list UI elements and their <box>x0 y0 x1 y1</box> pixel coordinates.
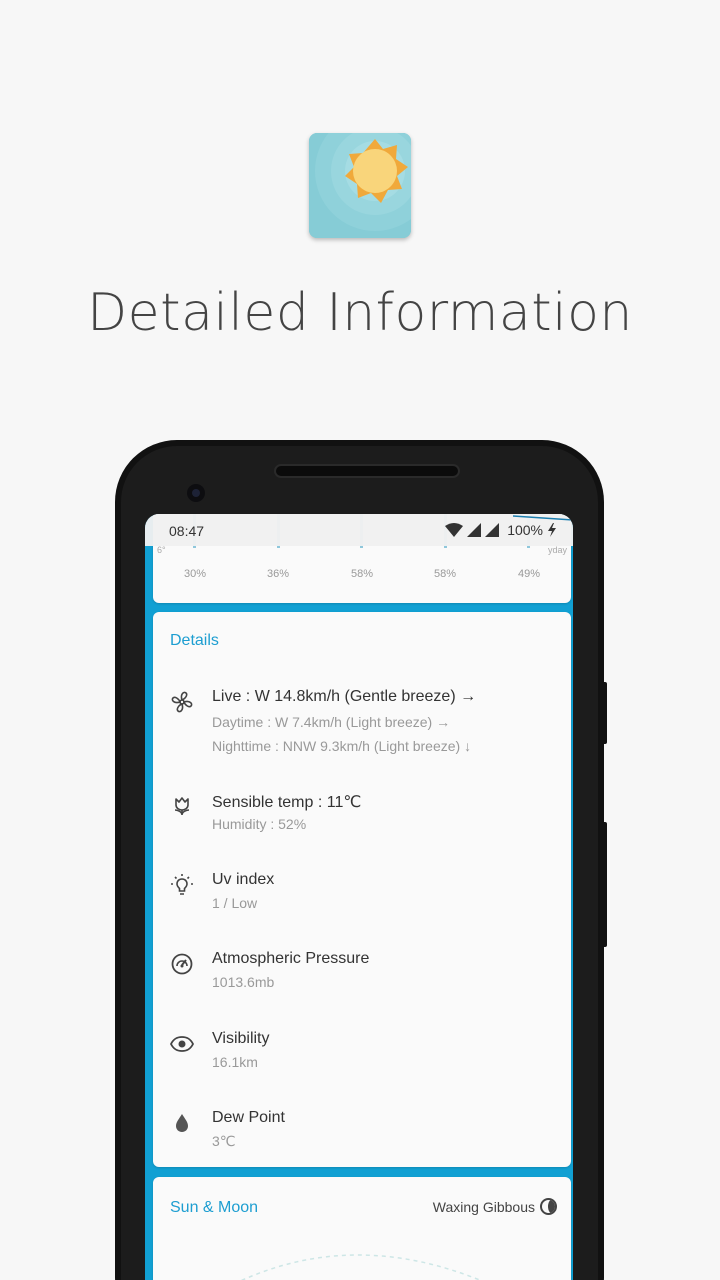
details-title: Details <box>170 632 219 649</box>
camera-icon <box>187 484 205 502</box>
temp-label: 6° <box>157 545 166 555</box>
signal-icon <box>485 523 500 537</box>
flower-icon <box>174 797 190 816</box>
signal-icon <box>467 523 482 537</box>
app-logo <box>309 133 411 238</box>
sun-moon-card: Sun & Moon Waxing Gibbous <box>153 1177 571 1280</box>
moon-icon <box>540 1198 557 1215</box>
visibility-value: 16.1km <box>212 1054 258 1070</box>
precip-value: 30% <box>183 568 207 580</box>
humidity: Humidity : 52% <box>212 816 307 832</box>
pressure-label: Atmospheric Pressure <box>212 950 370 967</box>
yesterday-label: yday <box>547 545 567 555</box>
wifi-icon <box>445 523 464 537</box>
phone-speaker <box>274 464 460 478</box>
sensible-temp: Sensible temp : 11℃ <box>212 794 362 811</box>
wind-live: Live : W 14.8km/h (Gentle breeze) → <box>212 688 477 705</box>
gauge-icon <box>171 953 193 975</box>
precip-value: 36% <box>266 568 290 580</box>
power-button <box>602 822 607 947</box>
uv-index-label: Uv index <box>212 871 275 888</box>
visibility-label: Visibility <box>212 1030 270 1047</box>
chart-line <box>513 515 573 521</box>
status-time: 08:47 <box>169 523 205 539</box>
dew-point-value: 3℃ <box>212 1133 236 1149</box>
pressure-value: 1013.6mb <box>212 974 275 990</box>
lightbulb-icon <box>171 874 193 895</box>
wind-nighttime: Nighttime : NNW 9.3km/h (Light breeze) ↓ <box>212 738 472 754</box>
fan-icon <box>171 691 193 713</box>
sun-moon-title: Sun & Moon <box>170 1199 259 1216</box>
precip-value: 58% <box>350 568 374 580</box>
moon-phase: Waxing Gibbous <box>432 1199 535 1215</box>
sun-arc <box>240 1254 482 1280</box>
dew-point-label: Dew Point <box>212 1109 285 1126</box>
precip-value: 58% <box>433 568 457 580</box>
app-screen: 6° yday 30% 36% 58% 58% 49% 08:47 100% D… <box>145 514 573 1280</box>
precip-value: 49% <box>517 568 541 580</box>
status-bar: 08:47 100% <box>145 514 573 546</box>
eye-icon <box>170 1036 194 1052</box>
details-card: Details Live : W 14.8km/h (Gentle breeze… <box>153 612 571 1167</box>
uv-index-value: 1 / Low <box>212 895 258 911</box>
wind-daytime: Daytime : W 7.4km/h (Light breeze) → <box>212 714 451 730</box>
volume-button <box>602 682 607 744</box>
page-headline: Detailed Information <box>87 283 633 343</box>
droplet-icon <box>176 1114 188 1132</box>
